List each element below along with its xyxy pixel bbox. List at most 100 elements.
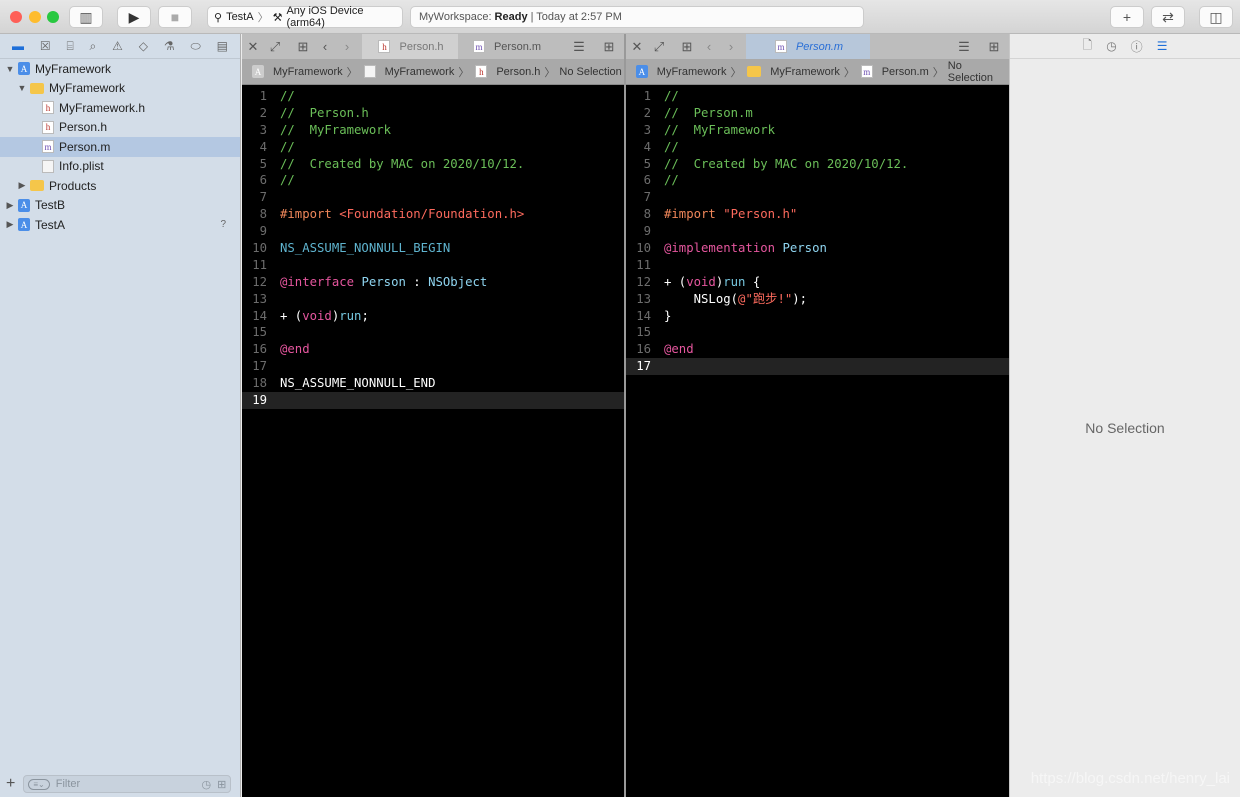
device-name[interactable]: Any iOS Device (arm64) <box>286 5 402 29</box>
code-line[interactable]: 2 // Person.h <box>242 105 624 122</box>
add-editor-icon[interactable]: ⊞ <box>598 39 620 55</box>
tree-item[interactable]: Info.plist <box>0 157 240 177</box>
code-line[interactable]: 4 // <box>242 139 624 156</box>
tree-item[interactable]: ▶ A TestA? <box>0 215 240 235</box>
debug-icon[interactable]: ⚗ <box>164 39 175 53</box>
run-button[interactable]: ▶ <box>117 6 151 28</box>
tree-item[interactable]: ▶ Products <box>0 176 240 196</box>
symbol-icon[interactable]: ⌸ <box>66 39 73 54</box>
disclosure-triangle-icon[interactable]: ▶ <box>4 219 16 230</box>
source-control-icon[interactable]: ☒ <box>40 39 51 53</box>
attributes-icon[interactable]: ☰ <box>1157 39 1168 53</box>
code-line[interactable]: 6 // <box>626 172 1009 189</box>
code-line[interactable]: 16 @end <box>626 341 1009 358</box>
tree-item[interactable]: ▼ A MyFramework <box>0 59 240 79</box>
test-icon[interactable]: ◇ <box>139 39 148 53</box>
code-line[interactable]: 7 <box>242 189 624 206</box>
code-line[interactable]: 3 // MyFramework <box>242 122 624 139</box>
minimize-window-button[interactable] <box>29 11 41 23</box>
code-line[interactable]: 12 + (void) run { <box>626 274 1009 291</box>
filter-input[interactable]: Filter <box>56 778 196 790</box>
code-line[interactable]: 14} <box>626 308 1009 325</box>
back-icon[interactable]: ‹ <box>314 39 336 54</box>
code-line[interactable]: 6 // <box>242 172 624 189</box>
expand-icon[interactable]: ⤢ <box>264 39 286 55</box>
code-line[interactable]: 7 <box>626 189 1009 206</box>
code-line[interactable]: 8 #import <Foundation/Foundation.h> <box>242 206 624 223</box>
editor-options-icon[interactable]: ☰ <box>568 39 590 55</box>
tree-item[interactable]: m Person.m <box>0 137 240 157</box>
code-line[interactable]: 3 // MyFramework <box>626 122 1009 139</box>
toggle-navigator-button[interactable]: ▥ <box>69 6 103 28</box>
code-line[interactable]: 15 <box>626 324 1009 341</box>
disclosure-triangle-icon[interactable]: ▶ <box>4 200 16 211</box>
jump-bar-item[interactable]: MyFramework <box>273 66 343 78</box>
code-line[interactable]: 1 // <box>242 88 624 105</box>
related-items-icon[interactable]: ⊞ <box>292 39 314 55</box>
code-line[interactable]: 5 // Created by MAC on 2020/10/12. <box>242 156 624 173</box>
jump-bar-item[interactable]: No Selection <box>948 60 1009 84</box>
jump-bar-item[interactable]: Person.h <box>496 66 540 78</box>
code-line[interactable]: 19 <box>242 392 624 409</box>
code-line[interactable]: 17 <box>626 358 1009 376</box>
code-line[interactable]: 13 NSLog(@"跑步!"); <box>626 291 1009 308</box>
warning-icon[interactable]: ⚠ <box>112 39 123 53</box>
close-window-button[interactable] <box>10 11 22 23</box>
code-line[interactable]: 8 #import "Person.h" <box>626 206 1009 223</box>
source-control-filter-icon[interactable]: ⊞ <box>217 778 226 791</box>
code-line[interactable]: 16 @end <box>242 341 624 358</box>
history-icon[interactable]: ◷ <box>1106 39 1116 53</box>
jump-bar-item[interactable]: No Selection <box>559 66 621 78</box>
add-file-button[interactable]: + <box>6 775 15 793</box>
close-editor-icon[interactable]: ✕ <box>242 39 264 55</box>
search-icon[interactable]: ⌕ <box>90 39 97 54</box>
code-line[interactable]: 5 // Created by MAC on 2020/10/12. <box>626 156 1009 173</box>
code-line[interactable]: 9 <box>626 223 1009 240</box>
disclosure-triangle-icon[interactable]: ▶ <box>16 180 28 191</box>
code-area[interactable]: 1 // 2 // Person.h 3 // MyFramework 4 // 5 // Cre… <box>242 85 624 409</box>
disclosure-triangle-icon[interactable]: ▼ <box>16 83 28 93</box>
code-line[interactable]: 10 @implementation Person <box>626 240 1009 257</box>
tree-item[interactable]: ▶ A TestB <box>0 196 240 216</box>
jump-bar-item[interactable]: Person.m <box>882 66 929 78</box>
code-line[interactable]: 18 NS_ASSUME_NONNULL_END <box>242 375 624 392</box>
code-line[interactable]: 13 <box>242 291 624 308</box>
code-area[interactable]: 1 // 2 // Person.m 3 // MyFramework 4 // 5 // Cre… <box>626 85 1009 376</box>
code-review-button[interactable]: ⇄ <box>1151 6 1185 28</box>
jump-bar-item[interactable]: MyFramework <box>385 66 455 78</box>
back-icon[interactable]: ‹ <box>698 39 720 54</box>
recent-files-icon[interactable]: ◷ <box>202 778 212 791</box>
toggle-inspector-button[interactable]: ◫ <box>1199 6 1233 28</box>
code-line[interactable]: 12 @interface Person : NSObject <box>242 274 624 291</box>
editor-options-icon[interactable]: ☰ <box>953 39 975 55</box>
add-editor-icon[interactable]: ⊞ <box>983 39 1005 55</box>
close-editor-icon[interactable]: ✕ <box>626 39 648 55</box>
related-items-icon[interactable]: ⊞ <box>676 39 698 55</box>
report-icon[interactable]: ▤ <box>217 39 228 53</box>
code-line[interactable]: 10 NS_ASSUME_NONNULL_BEGIN <box>242 240 624 257</box>
scheme-selector[interactable]: ⚲ TestA 〉 ⚒ Any iOS Device (arm64) <box>207 5 403 29</box>
editor-tab[interactable]: h Person.h <box>362 34 458 59</box>
library-button[interactable]: + <box>1110 6 1144 28</box>
jump-bar-item[interactable]: MyFramework <box>657 66 727 78</box>
editor-tab[interactable]: m Person.m <box>458 34 554 59</box>
tree-item[interactable]: ▼ MyFramework <box>0 79 240 99</box>
forward-icon[interactable]: › <box>336 39 358 54</box>
filter-options-icon[interactable]: ≡⌄ <box>28 778 50 790</box>
stop-button[interactable]: ■ <box>158 6 192 28</box>
tree-item[interactable]: h Person.h <box>0 118 240 138</box>
zoom-window-button[interactable] <box>47 11 59 23</box>
code-line[interactable]: 9 <box>242 223 624 240</box>
expand-icon[interactable]: ⤢ <box>648 39 670 55</box>
folder-icon[interactable]: ▬ <box>12 39 24 53</box>
disclosure-triangle-icon[interactable]: ▼ <box>4 64 16 74</box>
code-line[interactable]: 14 + (void) run; <box>242 308 624 325</box>
code-line[interactable]: 11 <box>626 257 1009 274</box>
forward-icon[interactable]: › <box>720 39 742 54</box>
help-icon[interactable]: ⓘ <box>1131 38 1143 55</box>
editor-tab[interactable]: m Person.m <box>746 34 870 59</box>
file-icon[interactable]: 🗋 <box>1083 36 1093 57</box>
filter-field[interactable]: ≡⌄ Filter ◷ ⊞ <box>23 775 232 793</box>
tree-item[interactable]: h MyFramework.h <box>0 98 240 118</box>
code-line[interactable]: 15 <box>242 324 624 341</box>
